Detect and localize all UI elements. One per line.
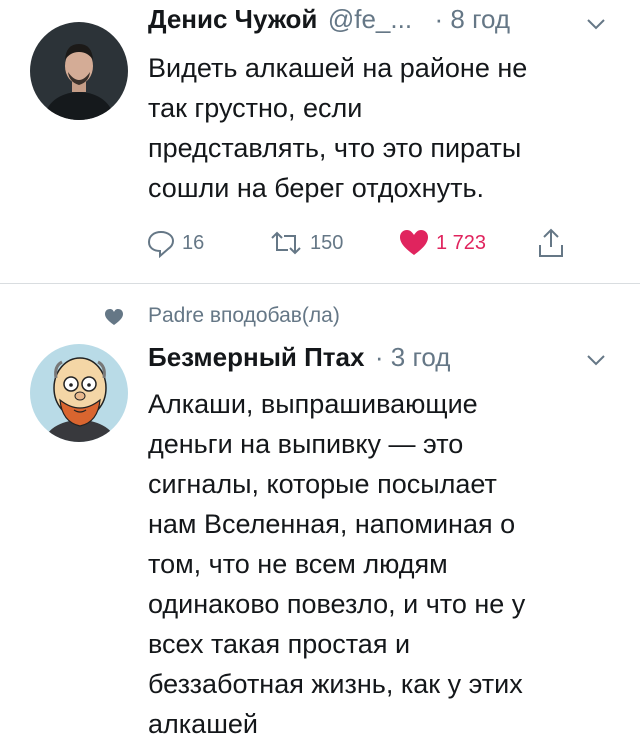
author-name[interactable]: Безмерный Птах [148,342,364,372]
retweet-icon [271,231,301,255]
liked-by-context[interactable]: Padre вподобав(ла) [148,304,340,328]
chevron-down-icon[interactable] [584,348,608,372]
author-name[interactable]: Денис Чужой [148,4,317,34]
tweet-1[interactable]: Денис Чужой @fe_... · 8 год Видеть алкаш… [0,0,640,283]
reply-icon [147,230,175,258]
tweet-time[interactable]: · 8 год [435,4,511,34]
tweet-time[interactable]: · 3 год [375,342,451,372]
retweet-button[interactable]: 150 [268,226,343,260]
tweet-text: Алкаши, выпрашивающие деньги на выпивку … [148,389,526,739]
like-count: 1 723 [436,231,487,254]
tweet-text: Видеть алкашей на районе не так грустно,… [148,53,528,203]
like-button[interactable]: 1 723 [398,226,486,260]
avatar-denis[interactable] [30,22,128,120]
tweet-2[interactable]: Безмерный Птах · 3 год Алкаши, выпрашива… [0,336,640,755]
share-button[interactable] [536,226,566,260]
retweet-count: 150 [310,231,344,254]
author-handle[interactable]: @fe_... [328,4,412,34]
cartoon-character-avatar-icon [30,344,128,442]
heart-filled-icon [400,230,428,255]
chevron-down-icon[interactable] [584,12,608,36]
tweet-actions: 16 150 1 723 [146,226,596,260]
avatar-ptah[interactable] [30,344,128,442]
reply-button[interactable]: 16 [146,226,204,260]
person-avatar-icon [30,22,128,120]
reply-count: 16 [182,231,205,254]
tweet-divider [0,283,640,284]
share-icon [539,228,563,257]
heart-context-icon [104,308,124,326]
